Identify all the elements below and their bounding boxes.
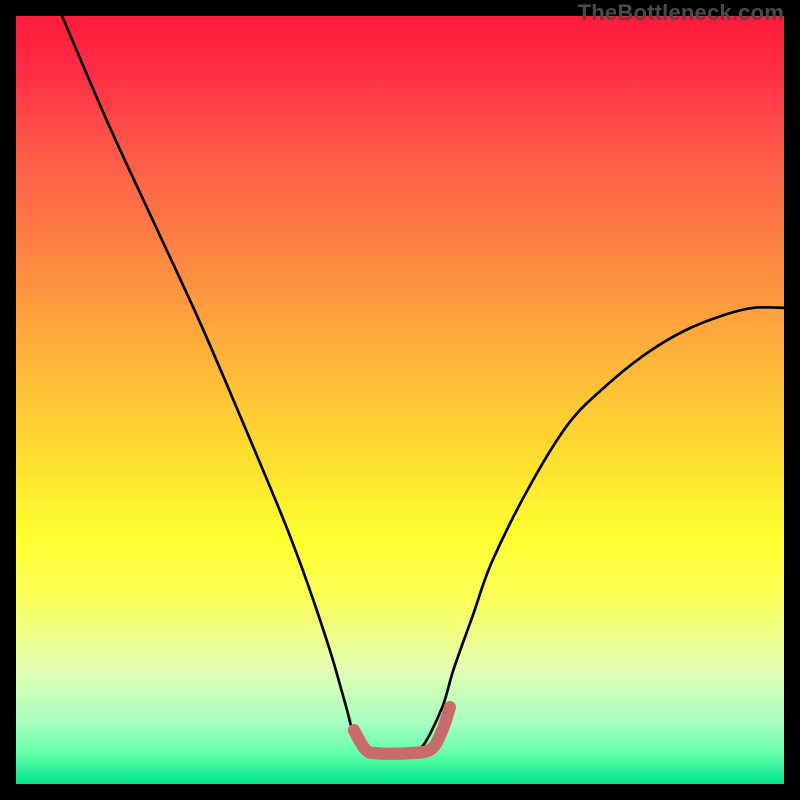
watermark-text: TheBottleneck.com [578, 0, 784, 26]
chart-svg [16, 16, 784, 784]
gradient-background [16, 16, 784, 784]
chart-frame: TheBottleneck.com [0, 0, 800, 800]
chart-plot [16, 16, 784, 784]
